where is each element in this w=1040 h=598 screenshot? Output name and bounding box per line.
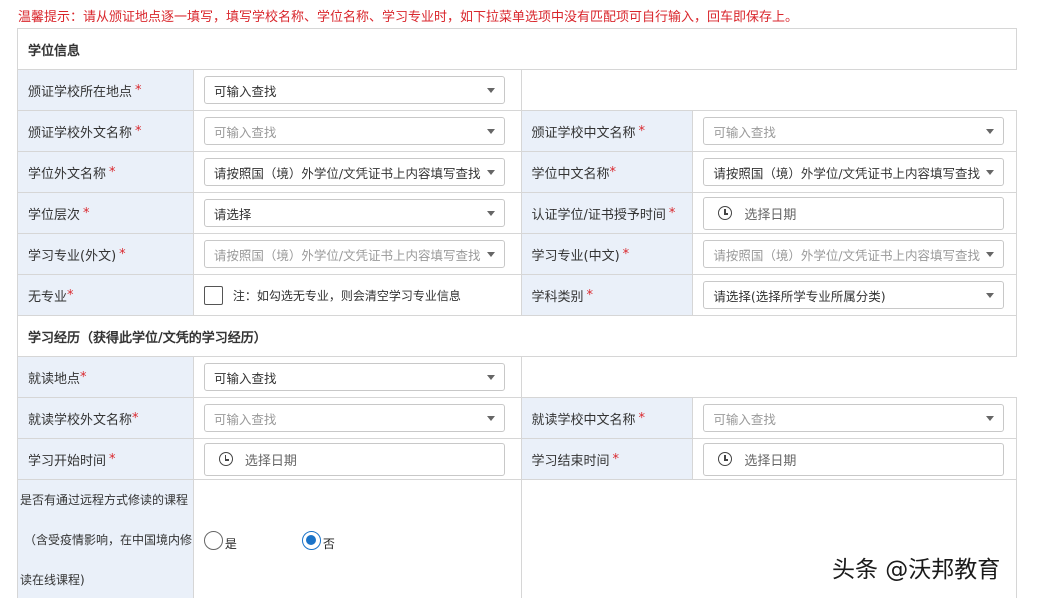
no-major-checkbox[interactable] — [203, 285, 223, 305]
study-location-select[interactable]: 可输入查找 — [204, 363, 505, 391]
clock-icon — [718, 452, 733, 466]
field-label: 就读地点 * — [18, 357, 194, 397]
chevron-down-icon — [986, 129, 995, 134]
form-row: 学习专业(外文) * 请按照国（境）外学位/文凭证书上内容填写查找 学习专业(中文… — [18, 234, 1017, 275]
required-mark: * — [612, 451, 620, 467]
field-label: 就读学校中文名称 * — [521, 398, 694, 438]
section-degree-header: 学位信息 — [18, 29, 1017, 70]
field-label: 无专业 * — [18, 275, 194, 315]
field-label: 颁证学校中文名称 * — [521, 111, 694, 151]
chevron-down-icon — [486, 416, 495, 421]
required-mark: * — [80, 369, 87, 385]
field-label: 学习开始时间 * — [18, 439, 194, 479]
study-school-chinese-select[interactable]: 可输入查找 — [703, 404, 1005, 432]
field-label: 学位中文名称 * — [521, 152, 694, 192]
required-mark: * — [638, 123, 646, 139]
required-mark: * — [119, 246, 126, 262]
required-mark: * — [668, 205, 676, 221]
required-mark: * — [109, 164, 116, 180]
form-row: 学位层次 * 请选择 认证学位/证书授予时间 * 选择日期 — [18, 193, 1017, 234]
field-label: 学习专业(外文) * — [18, 234, 194, 274]
form-row: 颁证学校外文名称 * 可输入查找 颁证学校中文名称 * 可输入查找 — [18, 111, 1017, 152]
section-title: 学习经历（获得此学位/文凭的学习经历） — [18, 316, 1017, 356]
degree-form: 学位信息 颁证学校所在地点 * 可输入查找 颁证学校外文名称 * 可输入查找 颁证学… — [17, 28, 1017, 598]
section-study-header: 学习经历（获得此学位/文凭的学习经历） — [18, 316, 1017, 357]
school-chinese-name-select[interactable]: 可输入查找 — [703, 117, 1005, 145]
required-mark: * — [135, 82, 142, 98]
chevron-down-icon — [487, 375, 495, 380]
required-mark: * — [622, 246, 630, 262]
required-mark: * — [67, 287, 74, 303]
required-mark: * — [609, 164, 617, 180]
notice-text: 温馨提示：请从颁证地点逐一填写，填写学校名称、学位名称、学习专业时，如下拉菜单选… — [18, 10, 799, 25]
major-foreign-select[interactable]: 请按照国（境）外学位/文凭证书上内容填写查找 — [203, 240, 505, 268]
chevron-down-icon — [486, 129, 495, 134]
chevron-down-icon — [986, 293, 995, 298]
major-chinese-select[interactable]: 请按照国（境）外学位/文凭证书上内容填写查找 — [703, 240, 1005, 268]
required-mark: * — [638, 410, 646, 426]
field-label: 颁证学校外文名称 * — [18, 111, 194, 151]
field-label: 是否有通过远程方式修读的课程 （含受疫情影响，在中国境内修 读在线课程) — [18, 480, 194, 598]
study-school-foreign-select[interactable]: 可输入查找 — [203, 404, 505, 432]
degree-chinese-name-select[interactable]: 请按照国（境）外学位/文凭证书上内容填写查找 — [703, 158, 1005, 186]
radio-button-selected[interactable] — [301, 530, 321, 550]
watermark: 头条 @沃邦教育 — [832, 557, 1001, 583]
school-foreign-name-select[interactable]: 可输入查找 — [203, 117, 505, 145]
remote-no-option[interactable]: 否 — [301, 529, 335, 552]
chevron-down-icon — [486, 211, 495, 216]
degree-foreign-name-select[interactable]: 请按照国（境）外学位/文凭证书上内容填写查找 — [203, 158, 505, 186]
discipline-select[interactable]: 请选择(选择所学专业所属分类) — [703, 281, 1005, 309]
study-end-date-picker[interactable]: 选择日期 — [703, 442, 1005, 476]
chevron-down-icon — [486, 170, 495, 175]
chevron-down-icon — [986, 170, 995, 175]
study-start-date-picker[interactable]: 选择日期 — [203, 442, 505, 476]
field-label: 学习专业(中文) * — [521, 234, 694, 274]
form-row: 学位外文名称 * 请按照国（境）外学位/文凭证书上内容填写查找 学位中文名称 * 请… — [18, 152, 1017, 193]
field-label: 学位外文名称 * — [18, 152, 194, 192]
field-label: 就读学校外文名称 * — [18, 398, 194, 438]
form-row: 颁证学校所在地点 * 可输入查找 — [18, 70, 1017, 111]
remote-yes-option[interactable]: 是 — [203, 529, 237, 552]
no-major-note: 注：如勾选无专业，则会清空学习专业信息 — [232, 288, 461, 303]
field-label: 颁证学校所在地点 * — [18, 70, 194, 110]
form-row: 就读地点 * 可输入查找 — [18, 357, 1017, 398]
field-label: 学位层次 * — [18, 193, 194, 233]
required-mark: * — [135, 123, 142, 139]
chevron-down-icon — [986, 252, 995, 257]
required-mark: * — [586, 287, 594, 303]
required-mark: * — [109, 451, 116, 467]
chevron-down-icon — [986, 416, 995, 421]
chevron-down-icon — [486, 252, 495, 257]
required-mark: * — [132, 410, 139, 426]
field-label: 学科类别 * — [521, 275, 694, 315]
certified-date-picker[interactable]: 选择日期 — [703, 196, 1005, 230]
required-mark: * — [83, 205, 90, 221]
issuing-location-select[interactable]: 可输入查找 — [204, 76, 505, 104]
form-row: 就读学校外文名称 * 可输入查找 就读学校中文名称 * 可输入查找 — [18, 398, 1017, 439]
chevron-down-icon — [487, 88, 495, 93]
clock-icon — [218, 452, 233, 466]
radio-button[interactable] — [203, 530, 223, 550]
field-label: 学习结束时间 * — [521, 439, 694, 479]
section-title: 学位信息 — [18, 29, 1017, 69]
form-row: 无专业 * 注：如勾选无专业，则会清空学习专业信息 学科类别 * 请选择(选择所学专… — [18, 275, 1017, 316]
field-label: 认证学位/证书授予时间 * — [521, 193, 694, 233]
clock-icon — [718, 206, 733, 220]
form-row: 学习开始时间 * 选择日期 学习结束时间 * 选择日期 — [18, 439, 1017, 480]
degree-level-select[interactable]: 请选择 — [203, 199, 505, 227]
